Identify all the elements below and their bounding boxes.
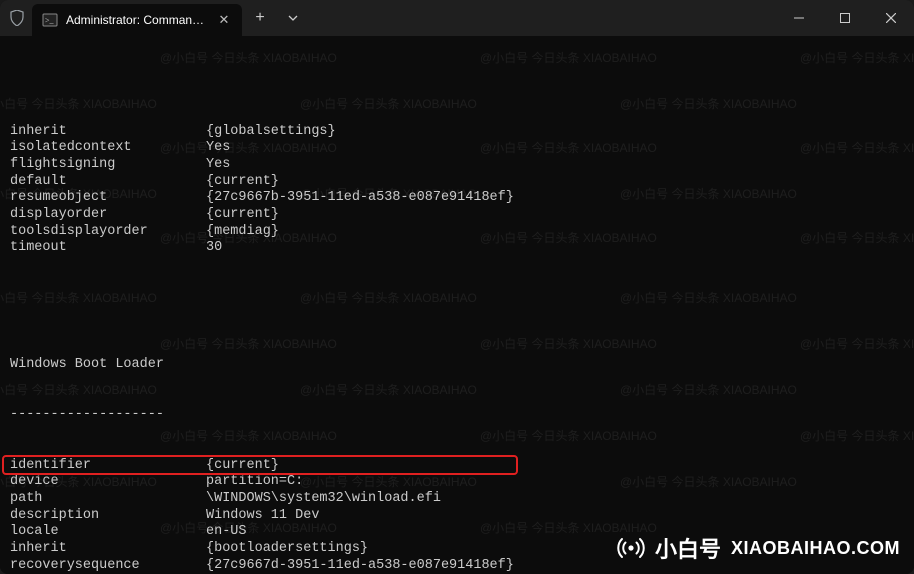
section-title: Windows Boot Loader: [10, 357, 904, 374]
kv-value: en-US: [206, 524, 247, 541]
kv-value: {current}: [206, 174, 279, 191]
kv-line: default{current}: [10, 174, 904, 191]
kv-value: partition=C:: [206, 474, 303, 491]
kv-line: inherit{globalsettings}: [10, 124, 904, 141]
watermark: @小白号 今日头条 XIAOBAIHAO: [0, 96, 157, 113]
kv-line: inherit{bootloadersettings}: [10, 541, 904, 558]
kv-key: inherit: [10, 541, 206, 558]
cmd-icon: >_: [42, 12, 58, 28]
kv-value: {globalsettings}: [206, 124, 336, 141]
chevron-down-icon: [288, 13, 298, 23]
kv-line: isolatedcontextYes: [10, 140, 904, 157]
kv-key: default: [10, 174, 206, 191]
minimize-button[interactable]: [776, 0, 822, 36]
titlebar-drag-area[interactable]: [308, 0, 776, 36]
kv-value: Windows 11 Dev: [206, 508, 319, 525]
kv-value: {current}: [206, 458, 279, 475]
close-button[interactable]: [868, 0, 914, 36]
kv-value: {bootloadersettings}: [206, 541, 368, 558]
kv-line: recoverysequence{27c9667d-3951-11ed-a538…: [10, 558, 904, 574]
bootloader-body: identifier{current}devicepartition=C:pat…: [10, 458, 904, 574]
titlebar: >_ Administrator: Command Pro ✕ +: [0, 0, 914, 36]
bcd-section-bootloader: Windows Boot Loader ------------------- …: [10, 324, 904, 574]
kv-key: recoverysequence: [10, 558, 206, 574]
tab-dropdown-button[interactable]: [278, 13, 308, 23]
kv-value: Yes: [206, 157, 230, 174]
watermark: @小白号 今日头条 XIAOBAIHAO: [160, 50, 337, 67]
kv-key: displayorder: [10, 207, 206, 224]
minimize-icon: [794, 13, 804, 23]
kv-key: locale: [10, 524, 206, 541]
watermark: @小白号 今日头条 XIAOBAIHAO: [620, 96, 797, 113]
kv-key: device: [10, 474, 206, 491]
kv-line: localeen-US: [10, 524, 904, 541]
kv-line: displayorder{current}: [10, 207, 904, 224]
kv-line: flightsigningYes: [10, 157, 904, 174]
maximize-button[interactable]: [822, 0, 868, 36]
kv-key: timeout: [10, 240, 206, 257]
shield-icon: [10, 10, 24, 26]
new-tab-button[interactable]: +: [242, 9, 278, 27]
watermark: @小白号 今日头条 XIAOBAIHAO: [300, 96, 477, 113]
terminal-window: >_ Administrator: Command Pro ✕ + @小白号 今…: [0, 0, 914, 574]
maximize-icon: [840, 13, 850, 23]
tab-title: Administrator: Command Pro: [66, 13, 210, 27]
watermark: @小白号 今日头条 XIAOBAIHAO: [0, 290, 157, 307]
kv-key: toolsdisplayorder: [10, 224, 206, 241]
kv-line: toolsdisplayorder{memdiag}: [10, 224, 904, 241]
kv-line: devicepartition=C:: [10, 474, 904, 491]
bcd-section-top: inherit{globalsettings}isolatedcontextYe…: [10, 124, 904, 258]
tab-close-button[interactable]: ✕: [216, 12, 232, 28]
kv-key: description: [10, 508, 206, 525]
active-tab[interactable]: >_ Administrator: Command Pro ✕: [32, 4, 242, 36]
watermark: @小白号 今日头条 XIAOBAIHAO: [800, 50, 914, 67]
kv-key: inherit: [10, 124, 206, 141]
close-icon: [886, 13, 896, 23]
kv-key: identifier: [10, 458, 206, 475]
kv-value: Yes: [206, 140, 230, 157]
terminal-output[interactable]: @小白号 今日头条 XIAOBAIHAO @小白号 今日头条 XIAOBAIHA…: [0, 36, 914, 574]
watermark: @小白号 今日头条 XIAOBAIHAO: [620, 290, 797, 307]
titlebar-left: >_ Administrator: Command Pro ✕ +: [0, 0, 308, 36]
kv-line: timeout30: [10, 240, 904, 257]
kv-key: flightsigning: [10, 157, 206, 174]
kv-line: identifier{current}: [10, 458, 904, 475]
kv-line: path\WINDOWS\system32\winload.efi: [10, 491, 904, 508]
kv-value: {memdiag}: [206, 224, 279, 241]
watermark: @小白号 今日头条 XIAOBAIHAO: [480, 50, 657, 67]
svg-text:>_: >_: [45, 16, 55, 25]
section-divider: -------------------: [10, 407, 904, 424]
kv-value: {current}: [206, 207, 279, 224]
kv-key: path: [10, 491, 206, 508]
kv-value: {27c9667b-3951-11ed-a538-e087e91418ef}: [206, 190, 514, 207]
kv-value: {27c9667d-3951-11ed-a538-e087e91418ef}: [206, 558, 514, 574]
kv-value: 30: [206, 240, 222, 257]
kv-line: descriptionWindows 11 Dev: [10, 508, 904, 525]
kv-line: resumeobject{27c9667b-3951-11ed-a538-e08…: [10, 190, 904, 207]
kv-key: isolatedcontext: [10, 140, 206, 157]
kv-value: \WINDOWS\system32\winload.efi: [206, 491, 441, 508]
watermark: @小白号 今日头条 XIAOBAIHAO: [300, 290, 477, 307]
kv-key: resumeobject: [10, 190, 206, 207]
